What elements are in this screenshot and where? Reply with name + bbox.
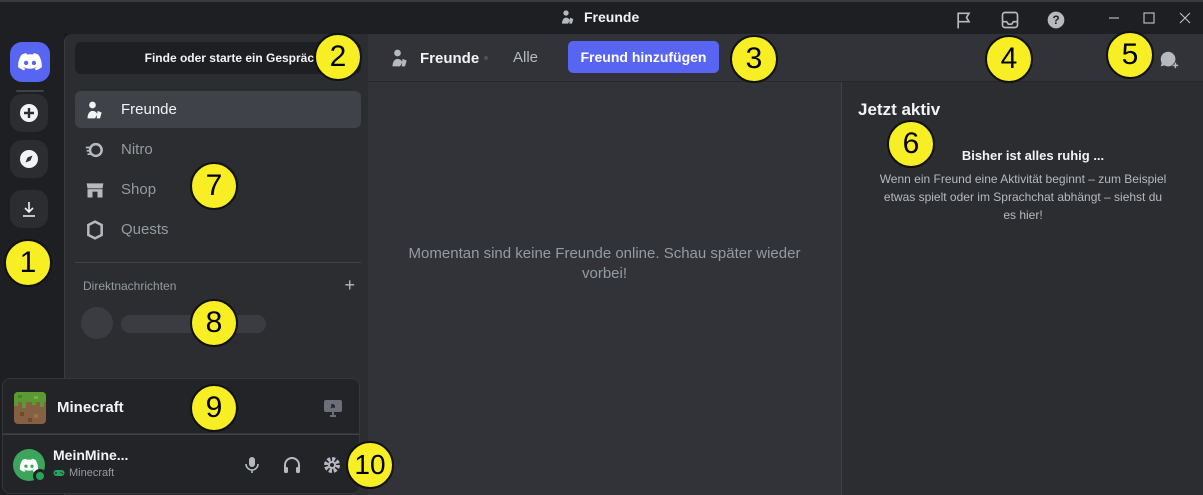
annotation-badge-1: 1 (4, 239, 52, 287)
nitro-icon (85, 140, 105, 160)
annotation-badge-9: 9 (190, 384, 238, 432)
stream-screen-icon[interactable] (323, 399, 343, 417)
quiet-description: Wenn ein Freund eine Aktivität beginnt –… (879, 172, 1167, 222)
home-button[interactable] (10, 42, 50, 82)
microphone-icon[interactable] (242, 455, 262, 475)
svg-text:?: ? (1052, 14, 1059, 27)
compass-icon (20, 150, 38, 168)
friends-header: Freunde Alle Freund hinzufügen (368, 34, 1203, 82)
friends-icon (85, 100, 105, 120)
annotation-badge-8: 8 (190, 299, 238, 347)
plus-circle-icon (20, 104, 38, 122)
friends-icon (392, 49, 407, 67)
user-name[interactable]: MeinMine... (53, 447, 128, 463)
create-dm-button[interactable]: + (344, 276, 355, 294)
nav-item-label: Shop (121, 181, 157, 198)
online-status-indicator (33, 469, 47, 483)
add-server-button[interactable] (10, 94, 48, 132)
gear-icon[interactable] (322, 455, 342, 475)
help-icon[interactable]: ? (1046, 10, 1066, 30)
download-apps-button[interactable] (10, 190, 48, 228)
title-bar: Freunde ? (0, 0, 1203, 34)
game-name: Minecraft (57, 399, 124, 416)
add-friend-button[interactable]: Freund hinzufügen (568, 41, 719, 73)
nav-item-label: Freunde (121, 101, 177, 118)
dm-placeholder-avatar (81, 307, 113, 339)
rail-separator (16, 90, 44, 92)
annotation-badge-7: 7 (190, 162, 238, 210)
active-now-title: Jetzt aktiv (858, 100, 941, 119)
discord-logo-icon (18, 53, 42, 71)
annotation-badge-10: 10 (346, 441, 394, 489)
quests-icon (85, 219, 105, 240)
new-group-dm-icon[interactable] (1158, 48, 1180, 70)
shop-icon (85, 180, 105, 200)
inbox-icon[interactable] (1000, 10, 1020, 30)
nav-item-friends[interactable]: Freunde (75, 91, 361, 128)
dm-section-title: Direktnachrichten (83, 279, 177, 293)
sidebar-divider (75, 262, 361, 263)
discover-button[interactable] (10, 140, 48, 178)
flag-icon[interactable] (954, 10, 974, 30)
annotation-badge-3: 3 (730, 35, 778, 83)
header-title: Freunde (390, 48, 479, 68)
tab-all[interactable]: Alle (513, 49, 538, 66)
user-activity: Minecraft (53, 467, 114, 479)
close-icon[interactable] (1177, 10, 1193, 26)
headphones-icon[interactable] (282, 455, 302, 475)
window-title: Freunde (560, 9, 639, 25)
header-separator-dot (484, 56, 488, 60)
nav-item-label: Quests (121, 221, 169, 238)
minecraft-icon (14, 392, 46, 424)
annotation-badge-6: 6 (887, 120, 935, 168)
user-activity-label: Minecraft (69, 467, 115, 479)
game-activity-panel: Minecraft (2, 378, 360, 434)
gamepad-icon (53, 470, 65, 476)
empty-state-message: Momentan sind keine Freunde online. Scha… (408, 245, 801, 282)
nav-item-label: Nitro (121, 141, 153, 158)
friends-icon (562, 10, 574, 24)
minimize-icon[interactable] (1106, 10, 1122, 26)
maximize-icon[interactable] (1141, 10, 1157, 26)
annotation-badge-5: 5 (1106, 31, 1154, 79)
download-icon (23, 202, 35, 217)
annotation-badge-4: 4 (985, 35, 1033, 83)
main-content: Momentan sind keine Freunde online. Scha… (368, 34, 841, 495)
annotation-badge-2: 2 (314, 33, 362, 81)
nav-item-quests[interactable]: Quests (75, 211, 361, 248)
user-panel: MeinMine... Minecraft (2, 434, 360, 494)
dm-section-header: Direktnachrichten + (83, 276, 355, 294)
